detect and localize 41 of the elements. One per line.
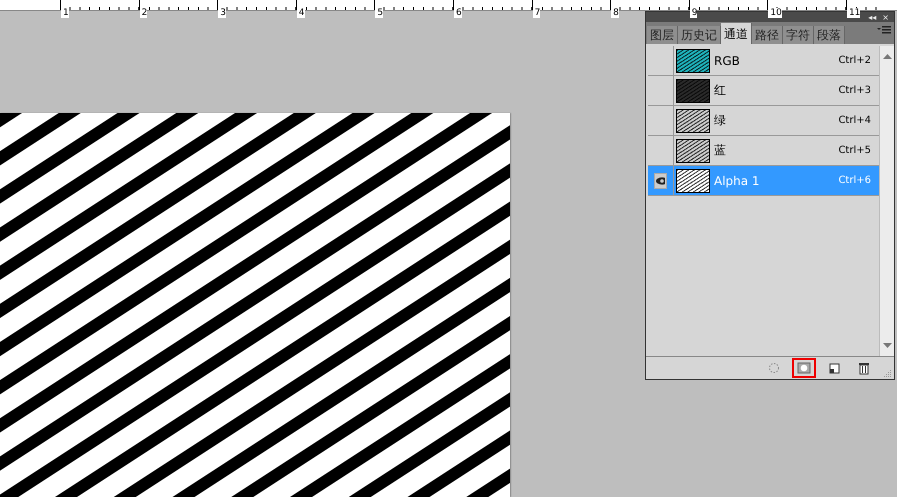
channel-name: Alpha 1 [714,174,761,188]
ruler-number: 7 [532,8,540,18]
channel-row[interactable]: 绿 Ctrl+4 [648,106,879,136]
ruler-number: 11 [846,8,860,18]
channel-name: 绿 [714,112,727,129]
ruler-number: 5 [375,8,384,18]
panel-tab[interactable]: 历史记 [678,26,721,44]
ruler-number: 6 [454,8,462,18]
scrollbar[interactable] [879,46,894,356]
new-channel-icon [827,361,841,375]
panel-tab[interactable]: 段落 [814,26,845,44]
dotted-circle-icon [767,361,781,375]
ruler-number: 2 [140,8,148,18]
shortcut-label: Ctrl+4 [838,115,871,126]
shortcut-label: Ctrl+2 [838,55,871,66]
scroll-down-icon[interactable] [882,343,892,348]
ruler-number: 9 [690,8,698,18]
mask-button[interactable] [792,358,816,378]
shortcut-label: Ctrl+6 [838,175,871,186]
ruler-number: 8 [611,8,619,18]
eye-icon [654,172,667,188]
close-button[interactable]: × [881,12,890,22]
panel-tab[interactable]: 字符 [783,26,814,44]
channel-name: RGB [714,54,741,68]
trash-icon [857,361,871,375]
channel-name: 蓝 [714,142,727,159]
ruler-number: 3 [218,8,226,18]
mask-icon [797,361,811,375]
channel-name: 红 [714,82,727,99]
channel-row[interactable]: RGB Ctrl+2 [648,46,879,76]
panel-tab[interactable]: 路径 [752,26,783,44]
collapse-button[interactable]: ◂◂ [867,12,878,22]
shortcut-label: Ctrl+5 [838,145,871,156]
ruler-number: 10 [768,8,782,18]
panel-tab[interactable]: 通道 [721,23,752,44]
panel-tab[interactable]: 图层 [647,26,678,44]
channel-row[interactable]: 红 Ctrl+3 [648,76,879,106]
ruler-number: 4 [296,8,305,18]
scroll-up-icon[interactable] [882,54,892,59]
shortcut-label: Ctrl+3 [838,85,871,96]
ruler-number: 1 [61,8,69,18]
